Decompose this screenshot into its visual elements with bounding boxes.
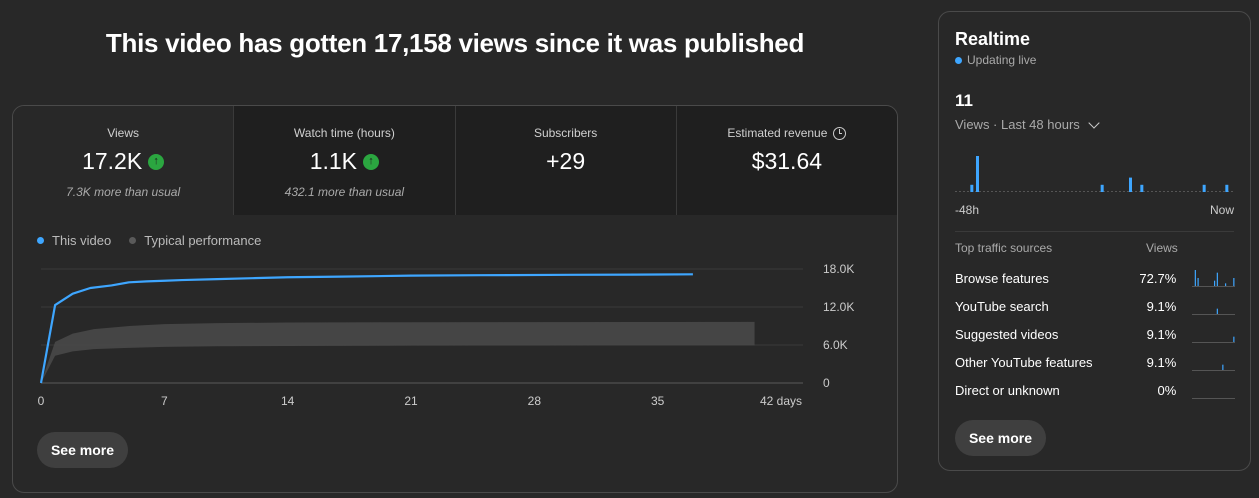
x-tick-label: 28 [528,394,542,408]
range-label: Views · Last 48 hours [955,117,1080,132]
x-tick-label: 7 [161,394,168,408]
realtime-bar [1100,184,1104,192]
page-headline: This video has gotten 17,158 views since… [105,28,805,58]
live-dot-icon [955,56,962,64]
traffic-source-name: YouTube search [955,298,1049,314]
chevron-down-icon [1088,116,1100,129]
traffic-sources-header: Top traffic sources [955,241,1053,255]
traffic-source-row: Direct or unknown 0% [955,376,1235,404]
traffic-sparkline [1192,270,1235,287]
sparkline-bar [1233,278,1235,286]
traffic-sparkline [1192,336,1235,343]
x-tick-label: 21 [404,394,418,408]
typical-performance-band [41,321,755,383]
realtime-bar [1140,184,1144,192]
sparkline-bar [1195,270,1197,286]
traffic-source-row: Browse features 72.7% [955,264,1235,292]
traffic-source-percent: 9.1% [1146,326,1177,342]
x-tick-label: 14 [281,394,295,408]
sparkline-bar [1225,283,1227,286]
realtime-bar [1225,184,1229,192]
x-tick-label: 42 days [760,394,802,408]
y-tick-label: 12.0K [823,300,854,314]
traffic-source-percent: 72.7% [1139,270,1177,286]
updating-live-indicator: Updating live [955,53,1036,67]
realtime-bar [1202,184,1206,192]
sparkline-bar [1233,336,1235,342]
sparkline-bar [1222,364,1224,370]
realtime-card: Realtime Updating live 11 Views · Last 4… [938,11,1251,471]
axis-start-label: -48h [955,203,980,217]
range-dropdown[interactable]: Views · Last 48 hours [955,116,1100,132]
traffic-sparkline [1192,364,1235,371]
see-more-button[interactable]: See more [37,432,128,468]
y-tick-label: 0 [823,376,830,390]
y-tick-label: 6.0K [823,338,848,352]
realtime-title: Realtime [955,29,1031,49]
views-chart[interactable]: 18.0K 12.0K 6.0K 0 0 7 14 21 28 35 42 days [13,106,898,493]
traffic-source-percent: 0% [1157,382,1177,398]
traffic-source-percent: 9.1% [1146,298,1177,314]
x-tick-label: 0 [38,394,45,408]
sparkline-bar [1214,280,1216,286]
sparkline-bar [1217,308,1219,314]
realtime-bar [970,184,974,192]
realtime-bar [1129,177,1132,192]
sparkline-bar [1197,278,1199,286]
traffic-source-name: Suggested videos [955,326,1059,342]
realtime-bar [976,156,979,192]
views-card: Views 17.2K ↑ 7.3K more than usual Watch… [12,105,898,493]
traffic-source-row: Suggested videos 9.1% [955,320,1235,348]
traffic-source-row: YouTube search 9.1% [955,292,1235,320]
traffic-sparkline [1192,398,1235,399]
traffic-source-percent: 9.1% [1146,354,1177,370]
realtime-count: 11 [955,91,973,110]
traffic-source-name: Direct or unknown [955,382,1060,398]
traffic-source-name: Other YouTube features [955,354,1093,370]
traffic-sparkline [1192,308,1235,315]
realtime-see-more-button[interactable]: See more [955,420,1046,456]
traffic-views-header: Views [1146,241,1178,255]
axis-end-label: Now [1209,203,1234,217]
realtime-bar-chart [955,156,1235,192]
sparkline-bar [1217,272,1219,286]
divider [955,231,1234,232]
updating-live-text: Updating live [967,53,1037,67]
y-tick-label: 18.0K [823,262,854,276]
traffic-source-row: Other YouTube features 9.1% [955,348,1235,376]
traffic-source-name: Browse features [955,270,1049,286]
x-tick-label: 35 [651,394,665,408]
